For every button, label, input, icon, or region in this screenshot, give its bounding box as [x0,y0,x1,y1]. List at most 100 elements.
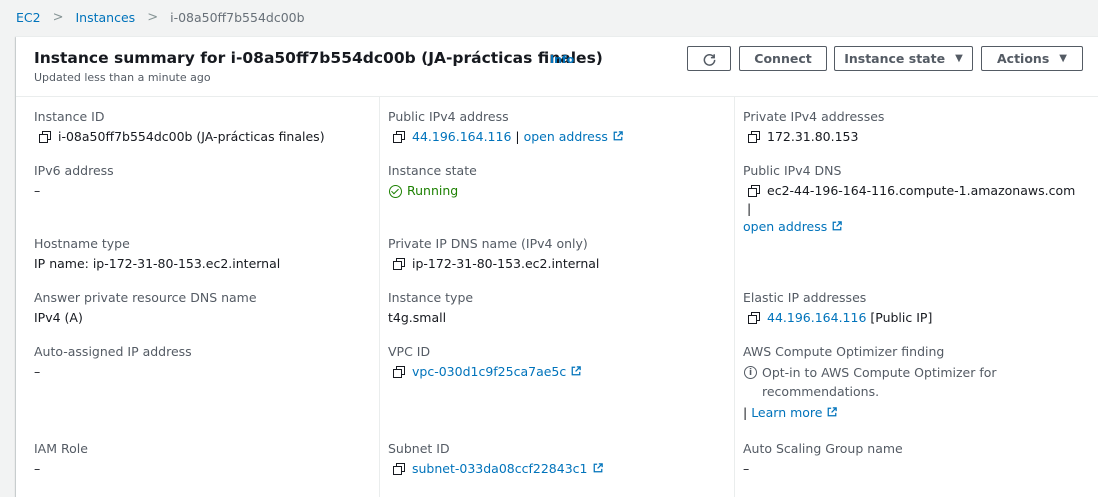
copy-icon[interactable] [748,131,760,143]
field-label: Public IPv4 address [388,109,509,124]
updated-timestamp: Updated less than a minute ago [34,71,211,84]
field-subnet-id: Subnet ID subnet-033da08ccf22843c1 [388,440,728,478]
field-label: Private IPv4 addresses [743,109,885,124]
elastic-ip-link[interactable]: 44.196.164.116 [767,309,866,327]
field-instance-id: Instance ID i-08a50ff7b554dc00b (JA-prác… [34,108,374,146]
field-auto-ip: Auto-assigned IP address – [34,343,374,381]
actions-label: Actions [997,51,1050,66]
field-label: Elastic IP addresses [743,290,867,305]
info-link[interactable]: Info [550,53,574,66]
answer-dns-value: IPv4 (A) [34,310,83,325]
hostname-type-value: IP name: ip-172-31-80-153.ec2.internal [34,256,281,271]
chevron-right-icon: > [52,9,64,25]
field-value: vpc-030d1c9f25ca7ae5c [388,363,728,381]
field-value: 44.196.164.116 | open address [388,128,728,146]
field-instance-state: Instance state Running [388,162,728,200]
field-label: Answer private resource DNS name [34,290,257,305]
asg-name-value: – [743,461,750,476]
separator: | [743,201,752,216]
refresh-icon [703,54,715,66]
open-address-link[interactable]: open address [743,218,827,236]
learn-more-link[interactable]: Learn more [751,404,822,422]
ipv6-value: – [34,183,41,198]
copy-icon[interactable] [393,366,405,378]
actions-button[interactable]: Actions ▼ [981,46,1083,71]
field-answer-dns: Answer private resource DNS name IPv4 (A… [34,289,374,327]
page-title: Instance summary for i-08a50ff7b554dc00b… [34,49,603,67]
field-value-line2: open address [743,218,1083,236]
subnet-id-link[interactable]: subnet-033da08ccf22843c1 [412,460,588,478]
field-value: subnet-033da08ccf22843c1 [388,460,728,478]
caret-down-icon: ▼ [1059,53,1067,64]
column-divider [734,97,735,497]
elastic-ip-suffix: [Public IP] [866,310,933,325]
copy-icon[interactable] [748,312,760,324]
field-private-dns: Private IP DNS name (IPv4 only) ip-172-3… [388,235,728,273]
field-label: Subnet ID [388,441,450,456]
instance-state-button[interactable]: Instance state ▼ [834,46,973,71]
field-vpc-id: VPC ID vpc-030d1c9f25ca7ae5c [388,343,728,381]
copy-icon[interactable] [393,463,405,475]
column-divider [379,97,380,497]
copy-icon[interactable] [393,258,405,270]
field-private-ipv4: Private IPv4 addresses 172.31.80.153 [743,108,1083,146]
field-iam-role: IAM Role – [34,440,374,478]
open-address-link[interactable]: open address [524,128,608,146]
field-elastic-ip: Elastic IP addresses 44.196.164.116 [Pub… [743,289,1083,327]
field-ipv6: IPv6 address – [34,162,374,200]
external-link-icon[interactable] [593,463,603,473]
field-value: ip-172-31-80-153.ec2.internal [388,255,728,273]
public-dns-value: ec2-44-196-164-116.compute-1.amazonaws.c… [767,183,1076,198]
field-label: Instance state [388,163,477,178]
field-value: ec2-44-196-164-116.compute-1.amazonaws.c… [743,182,1083,218]
caret-down-icon: ▼ [955,53,963,64]
external-link-icon[interactable] [832,221,843,231]
field-label: Auto-assigned IP address [34,344,192,359]
separator: | [511,129,524,144]
instance-state-value: Running [407,183,459,198]
field-value: 44.196.164.116 [Public IP] [743,309,1083,327]
field-label: Private IP DNS name (IPv4 only) [388,236,588,251]
instance-summary-panel: Instance summary for i-08a50ff7b554dc00b… [16,36,1098,497]
field-label: IPv6 address [34,163,114,178]
instance-state-status: Running [388,182,728,200]
field-instance-type: Instance type t4g.small [388,289,728,327]
field-label: IAM Role [34,441,88,456]
field-label: Instance ID [34,109,105,124]
external-link-icon[interactable] [613,131,623,141]
field-public-ipv4: Public IPv4 address 44.196.164.116 | ope… [388,108,728,146]
field-label: Auto Scaling Group name [743,441,903,456]
breadcrumb-ec2[interactable]: EC2 [16,10,41,25]
breadcrumb: EC2 > Instances > i-08a50ff7b554dc00b [16,9,305,25]
copy-icon[interactable] [39,131,51,143]
iam-role-value: – [34,461,41,476]
breadcrumb-instances[interactable]: Instances [76,10,136,25]
field-label: VPC ID [388,344,431,359]
refresh-button[interactable] [687,46,731,71]
field-label: Hostname type [34,236,130,251]
field-value-line2: | Learn more [743,404,1083,422]
info-circle-icon [744,364,757,382]
vpc-id-link[interactable]: vpc-030d1c9f25ca7ae5c [412,363,566,381]
field-value: 172.31.80.153 [743,128,1083,146]
field-value: i-08a50ff7b554dc00b (JA-prácticas finale… [34,128,374,146]
field-compute-optimizer: AWS Compute Optimizer finding Opt-in to … [743,343,1083,422]
copy-icon[interactable] [393,131,405,143]
field-label: Public IPv4 DNS [743,163,842,178]
field-label: AWS Compute Optimizer finding [743,344,945,359]
status-success-icon [389,184,402,198]
connect-button[interactable]: Connect [739,46,827,71]
private-ipv4-value: 172.31.80.153 [767,129,859,144]
private-dns-value: ip-172-31-80-153.ec2.internal [412,256,600,271]
separator: | [743,405,752,420]
field-asg-name: Auto Scaling Group name – [743,440,1083,478]
external-link-icon[interactable] [827,407,838,417]
auto-ip-value: – [34,364,41,379]
optimizer-text: Opt-in to AWS Compute Optimizer for reco… [762,365,997,399]
public-ipv4-link[interactable]: 44.196.164.116 [412,128,511,146]
instance-type-value: t4g.small [388,310,447,325]
external-link-icon[interactable] [571,366,582,376]
field-public-dns: Public IPv4 DNS ec2-44-196-164-116.compu… [743,162,1083,236]
field-value: Opt-in to AWS Compute Optimizer for reco… [743,363,1083,401]
copy-icon[interactable] [748,185,760,197]
